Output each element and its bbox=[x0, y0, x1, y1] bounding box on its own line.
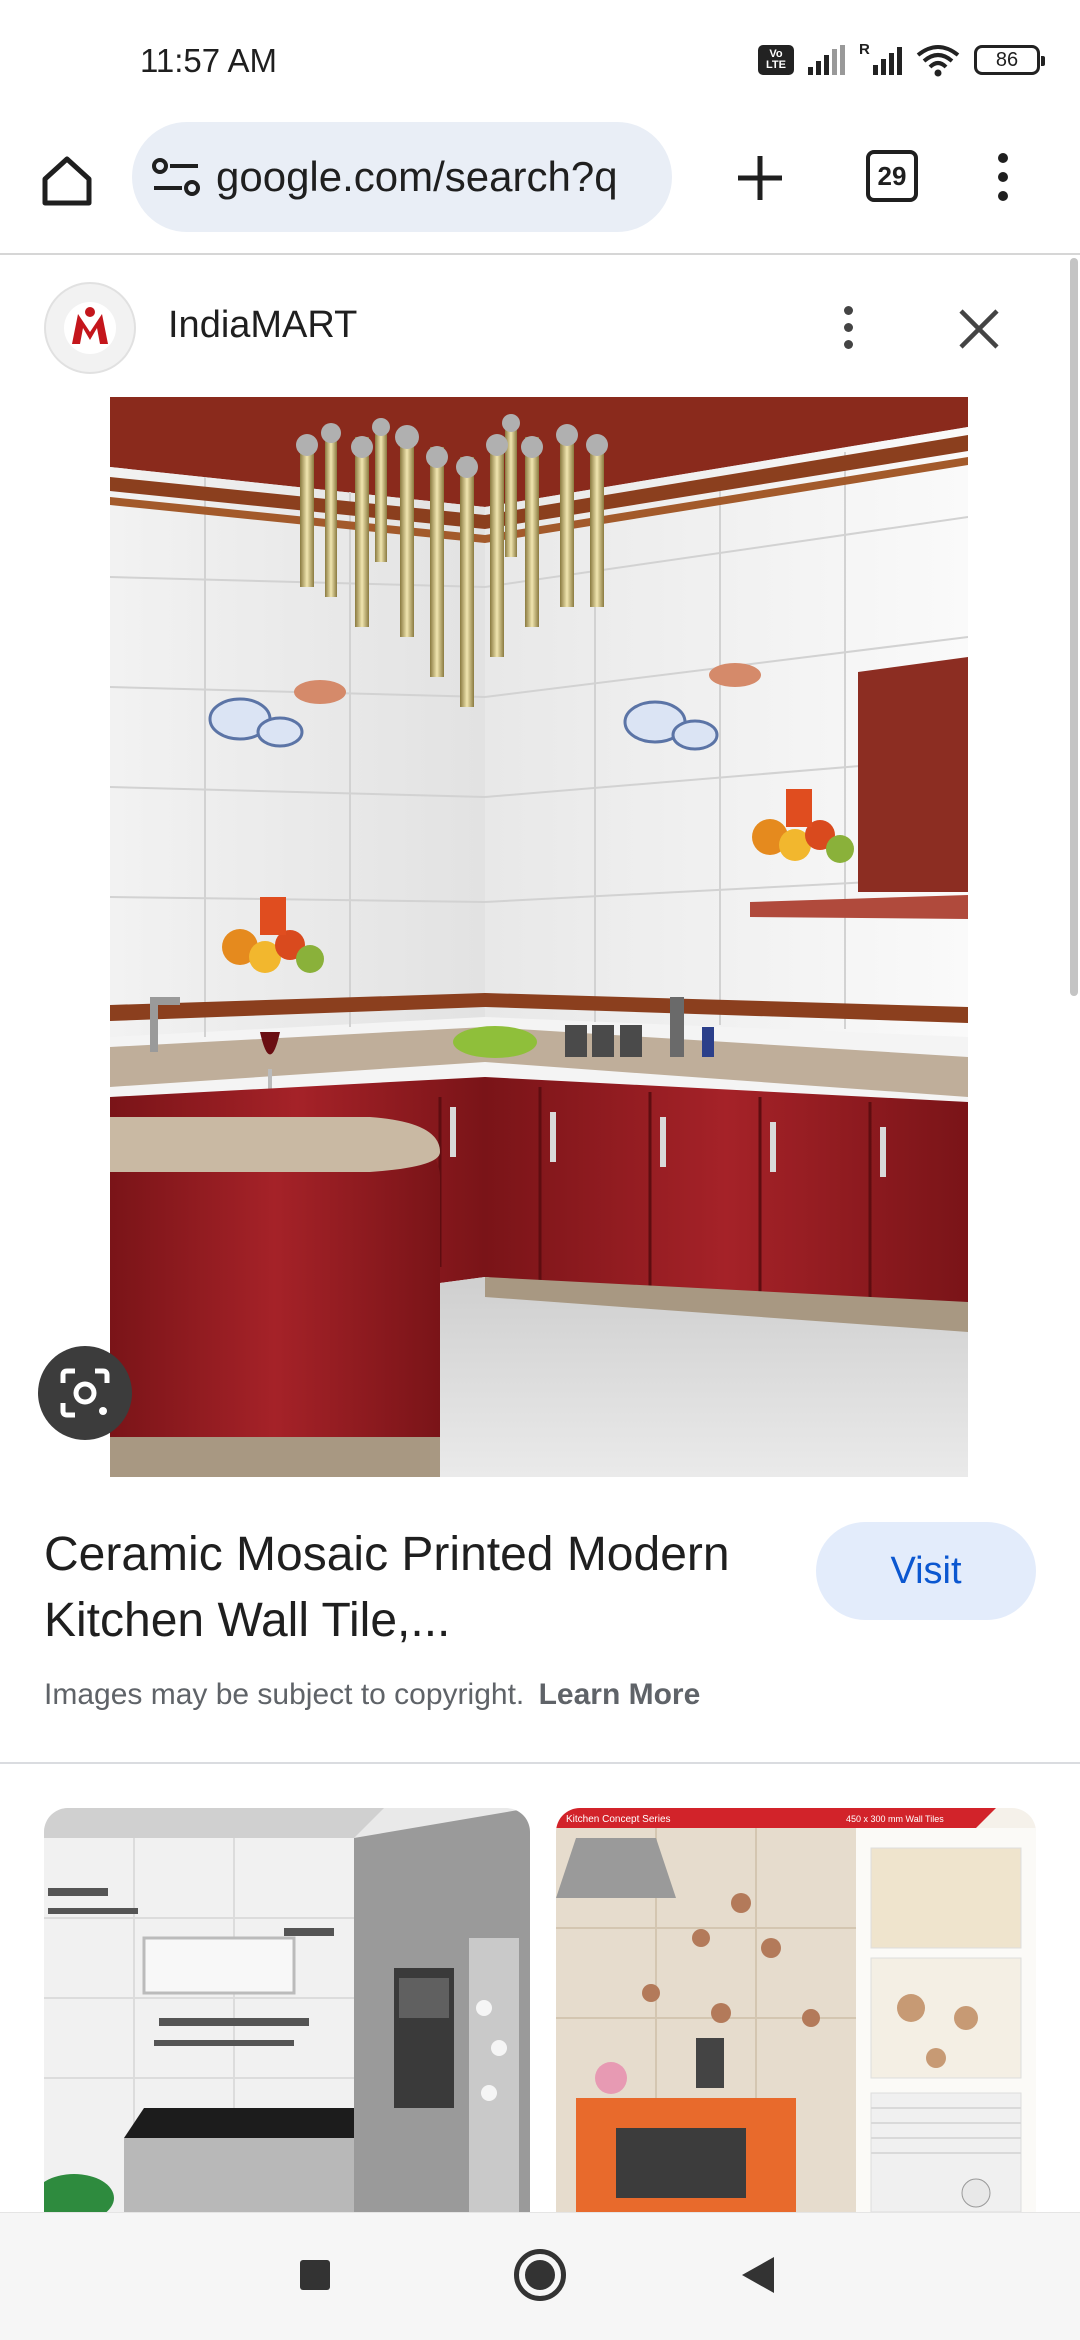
copyright-notice: Images may be subject to copyright. Lear… bbox=[44, 1678, 700, 1712]
catalog-banner-text: Kitchen Concept Series bbox=[566, 1814, 671, 1825]
volte-line2: LTE bbox=[766, 59, 786, 71]
home-button[interactable] bbox=[32, 146, 102, 216]
battery-icon: 86 bbox=[974, 45, 1045, 75]
site-settings-icon bbox=[152, 158, 200, 196]
indiamart-logo-icon bbox=[64, 302, 116, 354]
kebab-menu-icon[interactable] bbox=[970, 142, 1036, 212]
recents-button[interactable] bbox=[300, 2260, 330, 2290]
related-image-2[interactable]: Kitchen Concept Series 450 x 300 mm Wall… bbox=[556, 1808, 1036, 2212]
google-lens-icon bbox=[60, 1368, 110, 1418]
home-nav-button[interactable] bbox=[514, 2249, 566, 2301]
battery-level: 86 bbox=[995, 48, 1019, 71]
close-button[interactable] bbox=[950, 300, 1008, 358]
browser-toolbar: google.com/search?q 29 bbox=[0, 120, 1080, 255]
related-image-1[interactable] bbox=[44, 1808, 530, 2212]
home-icon bbox=[42, 156, 92, 206]
omnibox[interactable]: google.com/search?q bbox=[132, 122, 672, 232]
plus-icon bbox=[738, 156, 782, 200]
catalog-size-text: 450 x 300 mm Wall Tiles bbox=[846, 1814, 944, 1824]
status-icons: Vo LTE R 86 bbox=[758, 40, 1045, 80]
wifi-icon bbox=[916, 45, 960, 77]
visit-button[interactable]: Visit bbox=[816, 1522, 1036, 1620]
new-tab-button[interactable] bbox=[722, 140, 798, 216]
close-icon bbox=[959, 309, 999, 349]
signal-icon-1 bbox=[808, 45, 845, 75]
kitchen-concept-catalog-image: Kitchen Concept Series 450 x 300 mm Wall… bbox=[556, 1808, 1036, 2212]
roaming-label: R bbox=[859, 41, 870, 58]
volte-icon: Vo LTE bbox=[758, 45, 794, 75]
url-text[interactable]: google.com/search?q bbox=[216, 153, 656, 201]
status-time: 11:57 AM bbox=[140, 42, 277, 79]
tab-switcher-button[interactable]: 29 bbox=[866, 150, 918, 202]
site-settings-button[interactable] bbox=[146, 147, 206, 207]
back-button[interactable] bbox=[742, 2257, 774, 2293]
gray-kitchen-image bbox=[44, 1808, 530, 2212]
section-divider bbox=[0, 1762, 1080, 1764]
more-options-icon[interactable] bbox=[826, 292, 870, 362]
kitchen-image bbox=[110, 397, 968, 1477]
result-title[interactable]: Ceramic Mosaic Printed Modern Kitchen Wa… bbox=[44, 1522, 784, 1654]
source-name[interactable]: IndiaMART bbox=[168, 304, 357, 347]
lens-search-button[interactable] bbox=[38, 1346, 132, 1440]
source-header: IndiaMART bbox=[0, 258, 1080, 388]
learn-more-link[interactable]: Learn More bbox=[539, 1678, 701, 1711]
status-bar: 11:57 AM Vo LTE R 86 bbox=[0, 0, 1080, 120]
system-nav-bar bbox=[0, 2212, 1080, 2340]
main-result-image[interactable] bbox=[110, 397, 968, 1477]
scrollbar[interactable] bbox=[1070, 258, 1078, 996]
copyright-text: Images may be subject to copyright. bbox=[44, 1678, 525, 1711]
signal-icon-2: R bbox=[859, 41, 902, 75]
indiamart-logo[interactable] bbox=[44, 282, 136, 374]
